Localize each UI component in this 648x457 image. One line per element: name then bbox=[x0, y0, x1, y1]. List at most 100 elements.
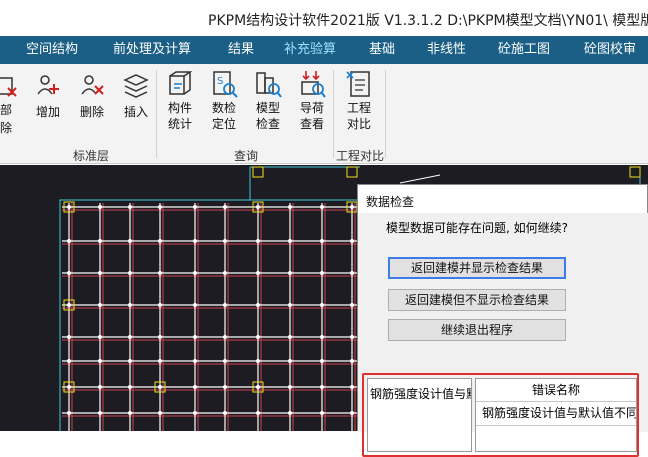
grid-node bbox=[288, 205, 292, 209]
grid-node bbox=[288, 303, 292, 307]
menu-spatial-structure[interactable]: 空间结构 bbox=[26, 36, 78, 64]
insert-button[interactable]: 插入 bbox=[116, 72, 156, 120]
data-check-locate-button[interactable]: S 数检 定位 bbox=[204, 70, 244, 132]
grid-node bbox=[128, 303, 132, 307]
menu-results[interactable]: 结果 bbox=[228, 36, 254, 64]
grid-node bbox=[350, 239, 354, 243]
project-compare-button[interactable]: 工程 对比 bbox=[339, 70, 379, 132]
grid-node bbox=[128, 239, 132, 243]
menu-concrete-drawing[interactable]: 砼施工图 bbox=[498, 36, 550, 64]
partial-label-2: 除 bbox=[0, 121, 12, 135]
grid-node bbox=[320, 335, 324, 339]
grid-node bbox=[256, 303, 260, 307]
data-check-label-1: 数检 bbox=[211, 101, 236, 115]
grid-node bbox=[288, 359, 292, 363]
grid-node bbox=[320, 359, 324, 363]
dialog-message: 模型数据可能存在问题, 如何继续? bbox=[386, 221, 568, 235]
grid-node bbox=[128, 385, 132, 389]
grid-node bbox=[320, 385, 324, 389]
return-show-results-button[interactable]: 返回建模并显示检查结果 bbox=[388, 257, 566, 279]
grid-node bbox=[158, 303, 162, 307]
delete-layer-button-partial[interactable]: 部 除 bbox=[0, 72, 26, 136]
grid-node bbox=[98, 335, 102, 339]
grid-node bbox=[223, 205, 227, 209]
grid-node bbox=[158, 239, 162, 243]
grid-node bbox=[98, 359, 102, 363]
group-separator bbox=[385, 70, 386, 158]
grid-node bbox=[128, 411, 132, 415]
menu-bar: 空间结构 前处理及计算 结果 补充验算 基础 非线性 砼施工图 砼图校审 bbox=[0, 36, 648, 64]
window-title: PKPM结构设计软件2021版 V1.3.1.2 D:\PKPM模型文档\YN0… bbox=[208, 13, 648, 29]
continue-exit-button[interactable]: 继续退出程序 bbox=[388, 319, 566, 341]
grid-node bbox=[350, 411, 354, 415]
grid-node bbox=[350, 335, 354, 339]
group-separator bbox=[156, 70, 157, 158]
partial-label-1: 部 bbox=[0, 103, 12, 117]
load-view-label-2: 查看 bbox=[299, 117, 324, 131]
component-stats-icon bbox=[169, 71, 193, 95]
grid-node bbox=[193, 205, 197, 209]
model-check-button[interactable]: 模型 检查 bbox=[248, 70, 288, 132]
load-view-icon bbox=[301, 71, 326, 98]
grid-node bbox=[98, 239, 102, 243]
grid-node bbox=[67, 335, 71, 339]
dialog-title: 数据检查 bbox=[366, 195, 415, 209]
group-separator bbox=[333, 70, 334, 158]
column-header-error-name[interactable]: 错误名称 bbox=[476, 379, 636, 402]
menu-concrete-review[interactable]: 砼图校审 bbox=[584, 36, 636, 64]
menu-preprocess-calc[interactable]: 前处理及计算 bbox=[113, 36, 191, 64]
group-label-project-compare: 工程对比 bbox=[336, 149, 385, 163]
grid-node bbox=[128, 359, 132, 363]
grid-node bbox=[128, 335, 132, 339]
column-marker bbox=[346, 166, 358, 178]
return-hide-results-button[interactable]: 返回建模但不显示检查结果 bbox=[388, 289, 566, 311]
add-layer-label: 增加 bbox=[35, 105, 60, 119]
grid-node bbox=[67, 385, 71, 389]
grid-node bbox=[320, 205, 324, 209]
grid-node bbox=[98, 385, 102, 389]
grid-node bbox=[288, 271, 292, 275]
delete-button[interactable]: 删除 bbox=[72, 72, 112, 120]
grid-node bbox=[193, 359, 197, 363]
grid-node bbox=[256, 335, 260, 339]
component-stats-label-2: 统计 bbox=[167, 117, 192, 131]
grid-node bbox=[320, 303, 324, 307]
grid-node bbox=[223, 335, 227, 339]
error-category-list[interactable]: 钢筋强度设计值与默 bbox=[367, 378, 472, 452]
grid-node bbox=[350, 359, 354, 363]
component-stats-button[interactable]: 构件 统计 bbox=[160, 70, 200, 132]
grid-node bbox=[193, 271, 197, 275]
grid-node bbox=[158, 271, 162, 275]
outline-frame bbox=[59, 199, 361, 441]
project-compare-label-1: 工程 bbox=[346, 101, 371, 115]
grid-node bbox=[98, 303, 102, 307]
table-row[interactable]: 钢筋强度设计值与默认值不同 bbox=[476, 401, 636, 426]
grid-node bbox=[288, 385, 292, 389]
group-label-query: 查询 bbox=[234, 149, 259, 163]
menu-foundation[interactable]: 基础 bbox=[369, 36, 395, 64]
list-item[interactable]: 钢筋强度设计值与默 bbox=[370, 385, 471, 402]
project-compare-icon bbox=[346, 71, 370, 97]
column-marker bbox=[252, 166, 264, 178]
grid-node bbox=[320, 411, 324, 415]
grid-node bbox=[98, 271, 102, 275]
group-label-standard-layer: 标准层 bbox=[73, 149, 110, 163]
grid-node bbox=[67, 271, 71, 275]
error-table[interactable]: 错误名称 钢筋强度设计值与默认值不同 bbox=[475, 378, 637, 452]
grid-node bbox=[98, 411, 102, 415]
grid-node bbox=[193, 303, 197, 307]
grid-node bbox=[288, 239, 292, 243]
menu-supplementary-check[interactable]: 补充验算 bbox=[284, 36, 336, 64]
load-view-button[interactable]: 导荷 查看 bbox=[292, 70, 332, 132]
grid-node bbox=[193, 411, 197, 415]
model-check-label-2: 检查 bbox=[255, 117, 280, 131]
grid-node bbox=[223, 303, 227, 307]
grid-node bbox=[158, 205, 162, 209]
svg-text:S: S bbox=[217, 76, 223, 87]
grid-line bbox=[399, 174, 441, 184]
grid-node bbox=[158, 385, 162, 389]
delete-person-icon bbox=[81, 75, 104, 95]
menu-nonlinear[interactable]: 非线性 bbox=[427, 36, 466, 64]
add-layer-button[interactable]: 增加 bbox=[28, 72, 68, 120]
grid-node bbox=[256, 385, 260, 389]
